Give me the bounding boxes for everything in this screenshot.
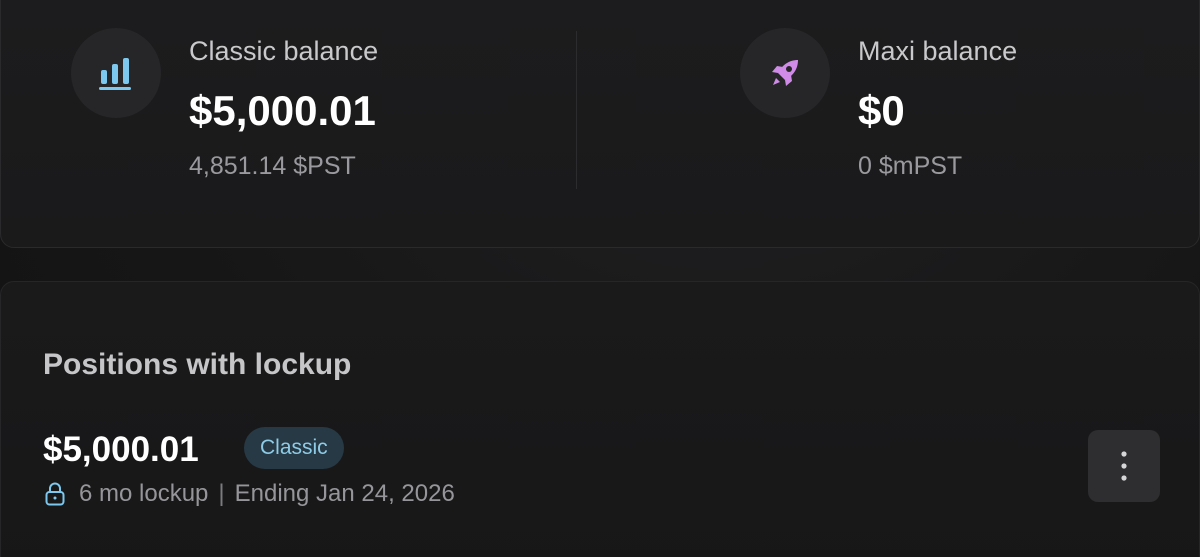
page: Classic balance $5,000.01 4,851.14 $PST …	[0, 0, 1200, 557]
positions-title: Positions with lockup	[43, 348, 352, 381]
classic-balance-token: 4,851.14 $PST	[189, 152, 356, 180]
balances-card: Classic balance $5,000.01 4,851.14 $PST …	[0, 0, 1200, 248]
lockup-duration: 6 mo lockup	[79, 480, 209, 507]
lockup-ending: Ending Jan 24, 2026	[234, 480, 455, 507]
position-menu-button[interactable]	[1088, 430, 1160, 502]
maxi-balance-token: 0 $mPST	[858, 152, 963, 180]
lock-icon	[43, 481, 67, 507]
classic-balance-label: Classic balance	[189, 36, 379, 66]
bar-chart-icon	[99, 58, 131, 90]
position-row[interactable]: $5,000.01 Classic 6 mo lockup | Ending J…	[43, 422, 1163, 522]
classic-balance-usd: $5,000.01	[189, 87, 376, 134]
maxi-balance-usd: $0	[858, 87, 905, 134]
maxi-balance-label: Maxi balance	[858, 36, 1018, 66]
more-vertical-icon	[1121, 451, 1127, 481]
rocket-icon	[772, 60, 798, 86]
maxi-icon-circle	[740, 28, 830, 118]
position-amount: $5,000.01	[43, 430, 199, 469]
classic-icon-circle	[71, 28, 161, 118]
lockup-separator: |	[218, 480, 225, 507]
positions-card: Positions with lockup $5,000.01 Classic …	[0, 281, 1200, 557]
position-type-badge: Classic	[244, 427, 344, 469]
balance-divider	[576, 31, 577, 189]
lockup-info: 6 mo lockup | Ending Jan 24, 2026	[43, 480, 455, 508]
